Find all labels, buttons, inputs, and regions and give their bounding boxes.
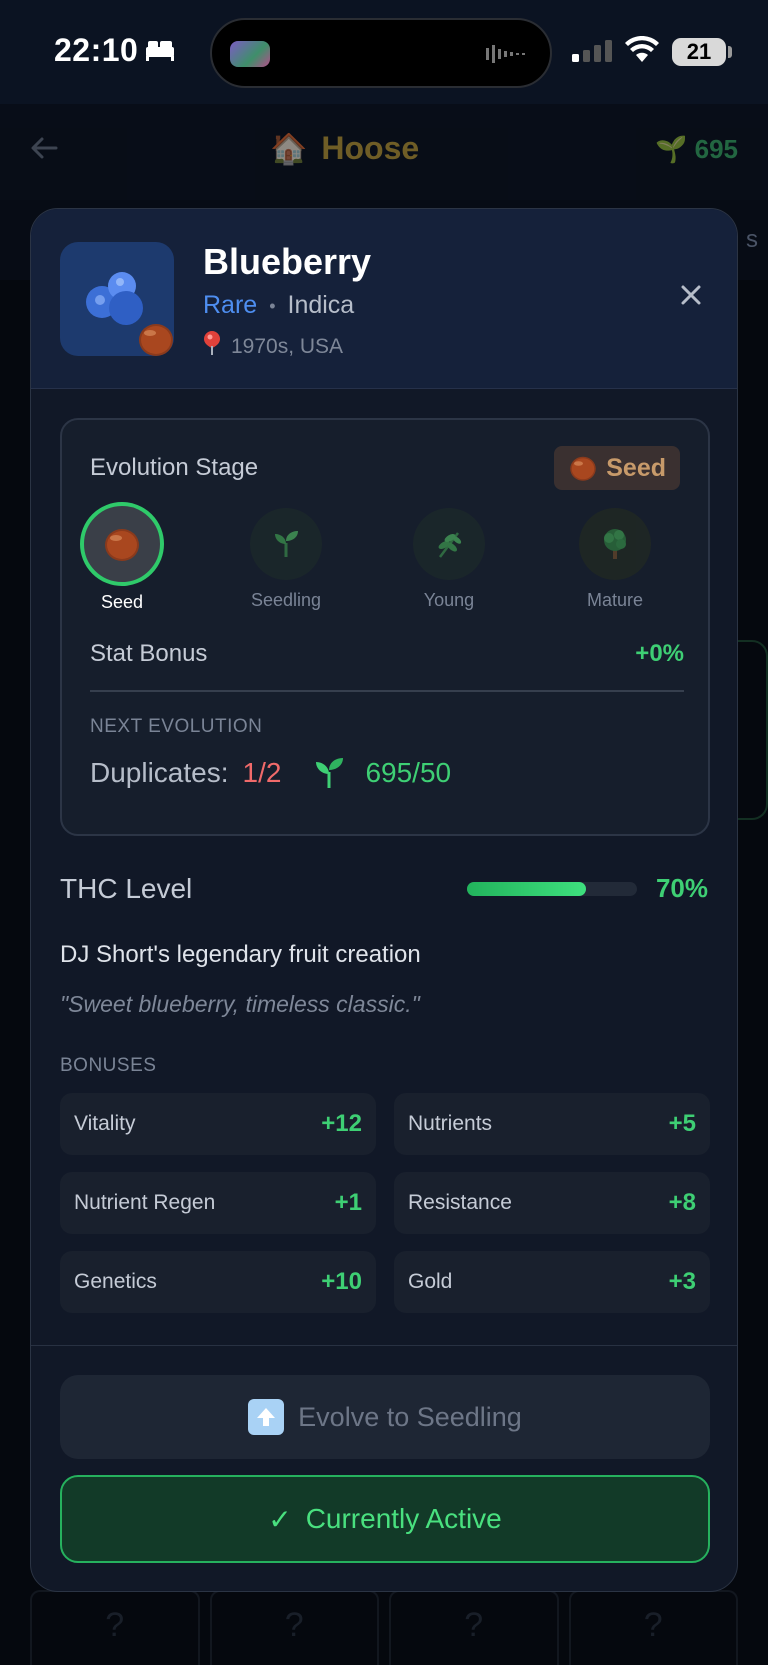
stage-young-circle [413,508,485,580]
strain-description: DJ Short's legendary fruit creation [60,941,421,968]
evolve-button[interactable]: Evolve to Seedling [60,1375,710,1459]
origin-text: 1970s, USA [231,335,344,358]
bonus-item: Vitality +12 [60,1093,376,1155]
rarity-label: Rare [203,291,258,319]
status-bar: 22:10 21 [0,0,768,104]
currency-display: 🌱 695 [655,134,738,165]
thc-progress-fill [467,882,586,896]
section-divider [31,1345,737,1346]
seed-icon [570,456,596,481]
meta-separator: • [269,295,276,316]
bonus-value: +12 [321,1110,362,1137]
bonus-item: Gold +3 [394,1251,710,1313]
stage-mature-circle [579,508,651,580]
next-evolution-label: NEXT EVOLUTION [90,716,263,737]
thc-progress-bar [467,882,637,896]
app-title-text: Hoose [321,130,420,166]
sleep-focus-icon [146,41,174,61]
bonus-name: Resistance [408,1191,512,1214]
evolution-card: Evolution Stage Seed Seed Seedling Young… [60,418,710,836]
locked-slot: ? [30,1590,200,1665]
strain-quote: "Sweet blueberry, timeless classic." [60,991,420,1017]
currently-active-label: Currently Active [305,1503,502,1534]
bonus-name: Nutrient Regen [74,1191,216,1214]
stage-label: Seedling [250,590,322,610]
app-header: 🏠 Hoose 🌱 695 [0,104,768,200]
currency-value: 695 [694,134,738,164]
seedling-icon [275,531,298,557]
stage-young[interactable]: Young [399,508,499,611]
evolve-button-label: Evolve to Seedling [298,1401,522,1432]
bonus-item: Resistance +8 [394,1172,710,1234]
status-time: 22:10 [54,32,139,68]
bonus-value: +8 [668,1189,696,1216]
checkmark-icon: ✓ [268,1503,292,1535]
bonus-name: Nutrients [408,1112,493,1135]
tree-icon [604,529,626,559]
strain-detail-modal: Blueberry Rare • Indica 1970s, USA Evoluti… [30,208,738,1592]
back-arrow-icon[interactable] [28,132,60,164]
sprout-currency-icon [316,758,344,788]
stage-seed-circle [80,502,164,586]
dynamic-island [210,18,552,88]
seed-icon [105,529,139,561]
wifi-icon [625,36,659,62]
current-stage-badge: Seed [554,446,680,490]
strain-name: Blueberry [203,241,372,282]
modal-header: Blueberry Rare • Indica 1970s, USA [31,209,737,389]
bonus-name: Gold [408,1270,453,1293]
bonus-value: +10 [321,1268,362,1295]
bonus-item: Nutrient Regen +1 [60,1172,376,1234]
stat-bonus-value: +0% [635,640,684,667]
bonuses-label: BONUSES [60,1055,157,1076]
stage-mature[interactable]: Mature [565,508,665,611]
evolution-stages: Seed Seedling Young Mature [62,502,712,618]
battery-indicator: 21 [672,38,726,66]
close-icon[interactable] [675,279,707,311]
background-grid: ? ? ? ? [30,1590,738,1665]
battery-nub [728,46,732,58]
house-icon: 🏠 [270,133,308,166]
app-title: 🏠 Hoose [270,130,419,167]
stage-label: Young [423,590,475,610]
stage-label: Mature [586,590,644,610]
bonus-item: Nutrients +5 [394,1093,710,1155]
stat-bonus-row: Stat Bonus +0% [90,640,684,692]
bonus-value: +3 [668,1268,696,1295]
bonus-name: Genetics [74,1270,157,1293]
duplicates-value: 1/2 [242,757,282,788]
app-subnav-fragment: s [746,226,758,253]
currently-active-button[interactable]: ✓ Currently Active [60,1475,710,1563]
location-pin-icon [204,331,220,355]
sprout-currency-icon: 🌱 [655,134,688,164]
thc-label: THC Level [60,873,193,904]
bonus-name: Vitality [74,1112,136,1135]
bonus-item: Genetics +10 [60,1251,376,1313]
locked-slot: ? [568,1590,738,1665]
thc-value: 70% [655,873,708,903]
stat-bonus-label: Stat Bonus [90,640,208,667]
bonus-value: +1 [334,1189,362,1216]
seed-badge-icon [139,324,173,356]
strain-origin: 1970s, USA [203,331,343,359]
next-evolution-requirements: Duplicates: 1/2 695/50 [90,756,451,790]
audio-wave-icon [486,45,525,63]
strain-type: Indica [287,291,355,319]
stage-label: Seed [100,592,144,612]
stage-seedling[interactable]: Seedling [236,508,336,611]
strain-meta: Rare • Indica [203,291,354,320]
bonus-value: +5 [668,1110,696,1137]
duplicates-label: Duplicates: [90,757,229,788]
current-stage-label: Seed [606,453,666,482]
herb-icon [438,532,462,558]
evolution-title: Evolution Stage [90,454,259,481]
now-playing-artwork [230,41,270,67]
cellular-signal-icon [572,40,612,62]
locked-slot: ? [209,1590,379,1665]
arrow-up-icon [248,1399,285,1435]
evolution-cost-value: 695/50 [365,757,452,788]
locked-slot: ? [389,1590,559,1665]
stage-seedling-circle [250,508,322,580]
stage-seed[interactable]: Seed [72,502,172,613]
